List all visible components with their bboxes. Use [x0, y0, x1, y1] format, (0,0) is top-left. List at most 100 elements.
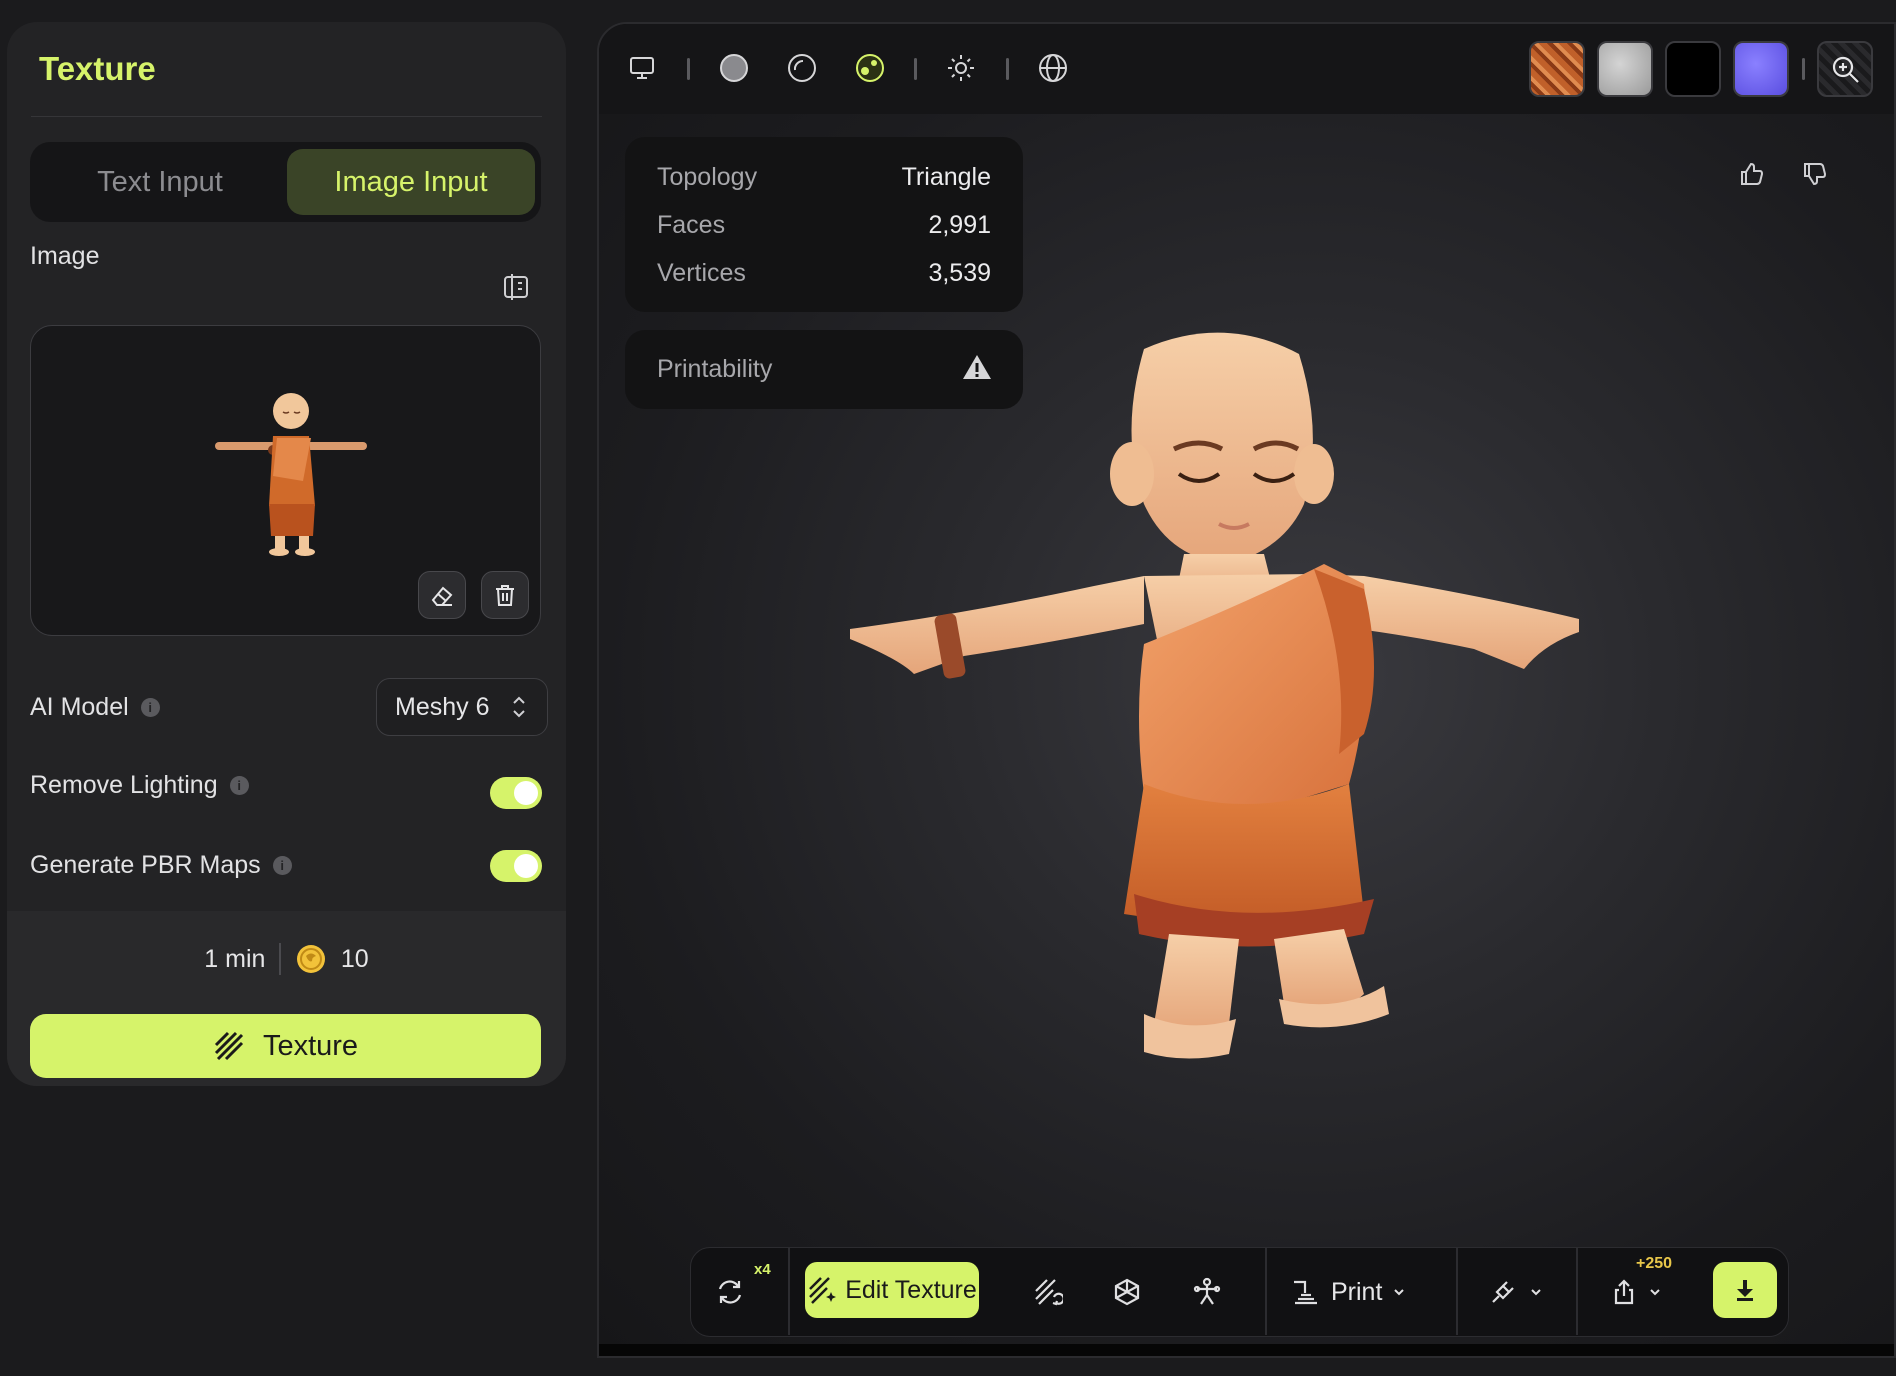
plug-icon	[1492, 1281, 1514, 1303]
generate-pbr-label-text: Generate PBR Maps	[30, 851, 261, 879]
texture-panel: Texture Text Input Image Input Image AI …	[7, 22, 566, 1086]
info-icon[interactable]: i	[140, 698, 160, 717]
info-icon[interactable]: i	[229, 776, 249, 795]
monitor-icon[interactable]	[622, 48, 662, 88]
eraser-icon	[431, 586, 453, 606]
3d-viewer: Topology Triangle Faces 2,991 Vertices 3…	[597, 22, 1896, 1358]
image-upload-box[interactable]	[30, 325, 541, 636]
thumbs-up-button[interactable]	[1732, 154, 1772, 194]
download-icon	[1737, 1280, 1753, 1301]
texture-button-label: Texture	[262, 1029, 359, 1062]
model-stage[interactable]: Topology Triangle Faces 2,991 Vertices 3…	[599, 114, 1894, 1356]
viewer-bottom-edge	[599, 1344, 1894, 1356]
divider	[788, 1248, 790, 1335]
zoom-inspect-icon	[1832, 56, 1859, 83]
faces-row: Faces 2,991	[657, 211, 991, 240]
vertices-row: Vertices 3,539	[657, 259, 991, 288]
divider	[914, 58, 917, 80]
reference-image-thumbnail	[215, 393, 367, 556]
refresh-icon	[718, 1280, 742, 1304]
credit-cost: 10	[340, 944, 369, 973]
texture-button[interactable]: Texture	[30, 1014, 541, 1078]
time-estimate: 1 min	[204, 944, 266, 973]
input-mode-tabs: Text Input Image Input	[30, 142, 541, 222]
thumbs-down-button[interactable]	[1795, 154, 1835, 194]
divider	[1576, 1248, 1578, 1335]
download-button[interactable]	[1713, 1262, 1777, 1318]
solid-sphere-icon[interactable]	[714, 48, 754, 88]
texture-stripes-icon	[214, 1031, 243, 1061]
faces-value: 2,991	[928, 211, 991, 239]
edit-texture-label: Edit Texture	[845, 1275, 977, 1304]
remesh-count-badge: x4	[754, 1261, 771, 1278]
split-view-icon[interactable]	[501, 272, 531, 302]
toggle-knob	[514, 781, 538, 805]
remove-lighting-label-text: Remove Lighting	[30, 771, 218, 799]
topology-label: Topology	[657, 163, 758, 191]
divider	[687, 58, 690, 80]
retexture-icon	[1035, 1279, 1063, 1306]
app-root: Texture Text Input Image Input Image AI …	[0, 0, 1896, 1376]
erase-button[interactable]	[418, 571, 466, 619]
cost-row: 1 min 10	[7, 943, 566, 975]
sun-icon[interactable]	[941, 48, 981, 88]
thumbs-up-icon	[1741, 162, 1764, 185]
mesh-button[interactable]	[1105, 1270, 1149, 1314]
rig-button[interactable]	[1185, 1270, 1229, 1314]
panel-title: Texture	[39, 50, 156, 87]
metallic-swatch[interactable]	[1665, 41, 1721, 97]
topology-row: Topology Triangle	[657, 163, 991, 192]
toggle-knob	[514, 854, 538, 878]
print-label: Print	[1331, 1277, 1383, 1306]
tab-text-input[interactable]: Text Input	[36, 149, 284, 215]
generate-pbr-toggle[interactable]	[490, 850, 542, 882]
chevron-down-icon	[1531, 1289, 1541, 1296]
remove-lighting-label: Remove Lighting i	[30, 771, 249, 800]
tab-image-input[interactable]: Image Input	[287, 149, 535, 215]
model-action-bar: x4 Edit Texture Print +250	[690, 1247, 1789, 1337]
topology-value: Triangle	[901, 163, 991, 191]
ai-model-label-text: AI Model	[30, 693, 129, 721]
globe-icon[interactable]	[1033, 48, 1073, 88]
rig-icon	[1193, 1277, 1221, 1305]
printability-label: Printability	[657, 355, 773, 383]
trash-icon	[496, 585, 514, 606]
share-dropdown[interactable]	[1601, 1270, 1671, 1314]
divider	[1802, 58, 1805, 80]
panel-footer: 1 min 10 Texture	[7, 911, 566, 1086]
wireframe-sphere-icon[interactable]	[782, 48, 822, 88]
chevron-down-icon	[1394, 1289, 1405, 1296]
remove-lighting-toggle[interactable]	[490, 777, 542, 809]
normal-map-swatch[interactable]	[1733, 41, 1789, 97]
roughness-swatch[interactable]	[1597, 41, 1653, 97]
divider	[1265, 1248, 1267, 1335]
viewer-toolbar	[599, 24, 1894, 114]
ai-model-value: Meshy 6	[395, 692, 490, 721]
retexture-button[interactable]	[1026, 1270, 1070, 1314]
share-icon	[1614, 1279, 1634, 1305]
divider	[31, 116, 542, 117]
chevron-down-icon	[1650, 1289, 1660, 1296]
3d-model-monk[interactable]	[844, 314, 1584, 1274]
divider	[1006, 58, 1009, 80]
faces-label: Faces	[657, 211, 726, 239]
ai-model-select[interactable]: Meshy 6	[376, 678, 548, 736]
mesh-stats-card: Topology Triangle Faces 2,991 Vertices 3…	[625, 137, 1023, 312]
info-icon[interactable]: i	[272, 856, 292, 875]
divider	[279, 943, 281, 975]
remesh-button[interactable]	[708, 1270, 752, 1314]
textured-sphere-icon[interactable]	[850, 48, 890, 88]
printer-icon	[1294, 1280, 1317, 1305]
zoom-inspect-button[interactable]	[1817, 41, 1873, 97]
chevron-updown-icon	[513, 696, 525, 718]
delete-image-button[interactable]	[481, 571, 529, 619]
plugin-dropdown[interactable]	[1481, 1270, 1551, 1314]
edit-texture-button[interactable]: Edit Texture	[805, 1262, 979, 1318]
credit-coin-icon	[296, 945, 325, 973]
base-color-swatch[interactable]	[1529, 41, 1585, 97]
generate-pbr-label: Generate PBR Maps i	[30, 851, 292, 880]
print-dropdown[interactable]: Print	[1291, 1270, 1406, 1314]
thumbs-down-icon	[1804, 163, 1827, 186]
wand-texture-icon	[809, 1277, 837, 1304]
divider	[1456, 1248, 1458, 1335]
